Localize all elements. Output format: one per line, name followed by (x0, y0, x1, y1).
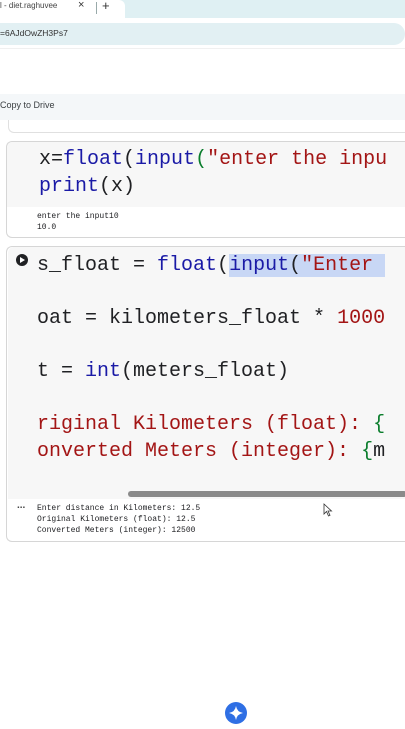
sparkle-icon (229, 706, 243, 720)
new-tab-icon[interactable]: + (102, 0, 110, 13)
code-token: print (39, 175, 100, 198)
code-line[interactable]: s_float = float(input("Enter (37, 254, 386, 277)
code-cell-1[interactable]: x=float(input("enter the inpu print(x) e… (6, 141, 405, 238)
code-line[interactable]: print(x) (39, 175, 135, 198)
code-cell-2[interactable]: s_float = float(input("Enter oat = kilom… (6, 246, 405, 542)
code-token: (x) (99, 175, 136, 198)
gemini-icon[interactable] (225, 702, 247, 724)
code-token: ( (289, 254, 302, 277)
output-line: Enter distance in Kilometers: 12.5 (37, 504, 201, 513)
code-editor-2[interactable]: s_float = float(input("Enter oat = kilom… (8, 247, 405, 499)
code-token: input (135, 148, 196, 171)
code-line[interactable]: riginal Kilometers (float): { (37, 413, 385, 436)
code-line[interactable]: oat = kilometers_float * 1000 (37, 307, 385, 330)
code-token: int (85, 360, 122, 383)
browser-tab-strip: l - diet.raghuvee × + (0, 0, 405, 18)
code-editor-1[interactable]: x=float(input("enter the inpu print(x) (7, 142, 405, 207)
code-token: ( (123, 148, 136, 171)
url-text: =6AJdOwZH3Ps7 (0, 28, 68, 38)
code-token: s_float = (37, 254, 158, 277)
code-token: { (373, 413, 386, 436)
code-line[interactable]: onverted Meters (integer): {m (37, 440, 385, 463)
code-token: (meters_float) (121, 360, 290, 383)
code-token: "Enter (301, 254, 386, 277)
colab-header (0, 48, 405, 95)
code-token: ( (195, 148, 208, 171)
tab-title: l - diet.raghuvee (0, 1, 58, 10)
address-bar-area: =6AJdOwZH3Ps7 (0, 18, 405, 48)
address-bar[interactable]: =6AJdOwZH3Ps7 (0, 23, 405, 45)
code-token: float (63, 148, 124, 171)
code-token: input (229, 254, 290, 277)
close-tab-icon[interactable]: × (78, 0, 84, 11)
code-token: onverted Meters (integer): (37, 440, 362, 463)
code-token: m (373, 440, 386, 463)
output-line: 10.0 (37, 223, 57, 232)
tab-divider (96, 2, 97, 14)
code-token: ( (217, 254, 230, 277)
run-cell-icon[interactable] (16, 254, 28, 266)
mouse-cursor-icon (323, 503, 333, 517)
notebook-toolbar: Copy to Drive (0, 94, 405, 120)
code-token: x= (39, 148, 64, 171)
output-line: Original Kilometers (float): 12.5 (37, 515, 196, 524)
code-token: { (361, 440, 374, 463)
output-line: enter the input10 (37, 212, 119, 221)
code-line[interactable]: t = int(meters_float) (37, 360, 289, 383)
copy-to-drive-button[interactable]: Copy to Drive (0, 100, 55, 110)
code-token: t = (37, 360, 86, 383)
output-line: Converted Meters (integer): 12500 (37, 526, 196, 535)
code-token: "enter the inpu (207, 148, 388, 171)
scrollbar-thumb[interactable] (128, 491, 405, 497)
code-token: oat = kilometers_float * (37, 307, 338, 330)
code-line[interactable]: x=float(input("enter the inpu (39, 148, 387, 171)
previous-cell-bottom (8, 120, 405, 133)
code-token: 1000 (337, 307, 386, 330)
horizontal-scrollbar[interactable] (128, 491, 405, 497)
code-token: riginal Kilometers (float): (37, 413, 374, 436)
output-menu-icon[interactable]: ... (17, 500, 25, 511)
code-token: float (157, 254, 218, 277)
